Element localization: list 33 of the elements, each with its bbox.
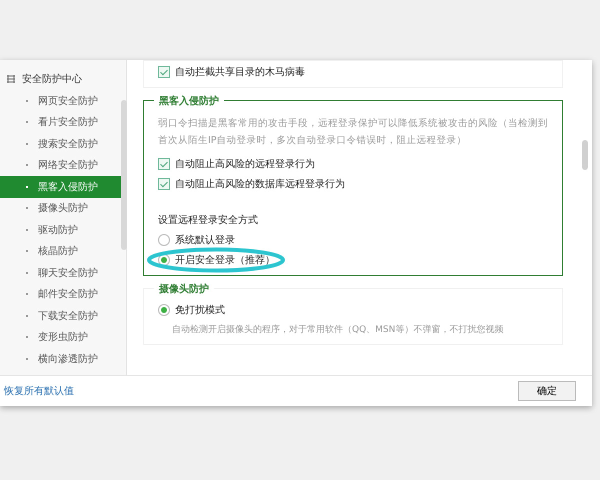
checkbox-label: 自动阻止高风险的数据库远程登录行为 bbox=[175, 178, 345, 191]
section-title: 摄像头防护 bbox=[154, 282, 214, 296]
sidebar-item[interactable]: 网络安全防护 bbox=[0, 154, 126, 176]
checkbox-label: 自动拦截共享目录的木马病毒 bbox=[175, 66, 305, 79]
checkbox[interactable] bbox=[158, 66, 170, 78]
sidebar-item[interactable]: 邮件安全防护 bbox=[0, 284, 126, 305]
sidebar-item[interactable]: 摄像头防护 bbox=[0, 198, 126, 219]
checkbox[interactable] bbox=[158, 178, 170, 190]
section-title: 黑客入侵防护 bbox=[154, 94, 224, 108]
sidebar-group: 安全防护中心 bbox=[22, 72, 82, 86]
sidebar-item[interactable]: 核晶防护 bbox=[0, 240, 126, 262]
description-text: 自动检测开启摄像头的程序，对于常用软件（QQ、MSN等）不弹窗，不打扰您视频 bbox=[171, 324, 504, 336]
scrollbar-thumb[interactable] bbox=[582, 140, 588, 170]
sidebar-item[interactable]: 搜索安全防护 bbox=[0, 133, 126, 154]
checkbox-label: 自动阻止高风险的远程登录行为 bbox=[175, 158, 315, 171]
radio-label: 开启安全登录（推荐） bbox=[175, 254, 275, 267]
sidebar-item[interactable]: 看片安全防护 bbox=[0, 112, 126, 133]
restore-defaults-link[interactable]: 恢复所有默认值 bbox=[4, 384, 74, 398]
sidebar-item[interactable]: 变形虫防护 bbox=[0, 326, 126, 348]
sidebar-item[interactable]: 网页安全防护 bbox=[0, 90, 126, 112]
sidebar-item[interactable]: 聊天安全防护 bbox=[0, 262, 126, 284]
ok-button[interactable]: 确定 bbox=[518, 381, 576, 401]
option-heading: 设置远程登录安全方式 bbox=[158, 214, 259, 227]
sidebar-item[interactable]: 驱动防护 bbox=[0, 219, 126, 240]
sidebar-item[interactable]: 横向渗透防护 bbox=[0, 348, 126, 370]
radio-label: 免打扰模式 bbox=[175, 304, 225, 317]
scrollbar-thumb[interactable] bbox=[121, 100, 127, 250]
checkbox[interactable] bbox=[158, 158, 170, 170]
radio-button[interactable] bbox=[158, 234, 170, 246]
description-text: 弱口令扫描是黑客常用的攻击手段，远程登录保护可以降低系统被攻击的风险（当检测到首次从陌生IP自动登录时，多次自动登录口令错误时，阻止远程登录） bbox=[158, 117, 548, 148]
radio-label: 系统默认登录 bbox=[175, 234, 235, 247]
sidebar-item[interactable]: 下载安全防护 bbox=[0, 305, 126, 326]
radio-button[interactable] bbox=[158, 304, 170, 316]
